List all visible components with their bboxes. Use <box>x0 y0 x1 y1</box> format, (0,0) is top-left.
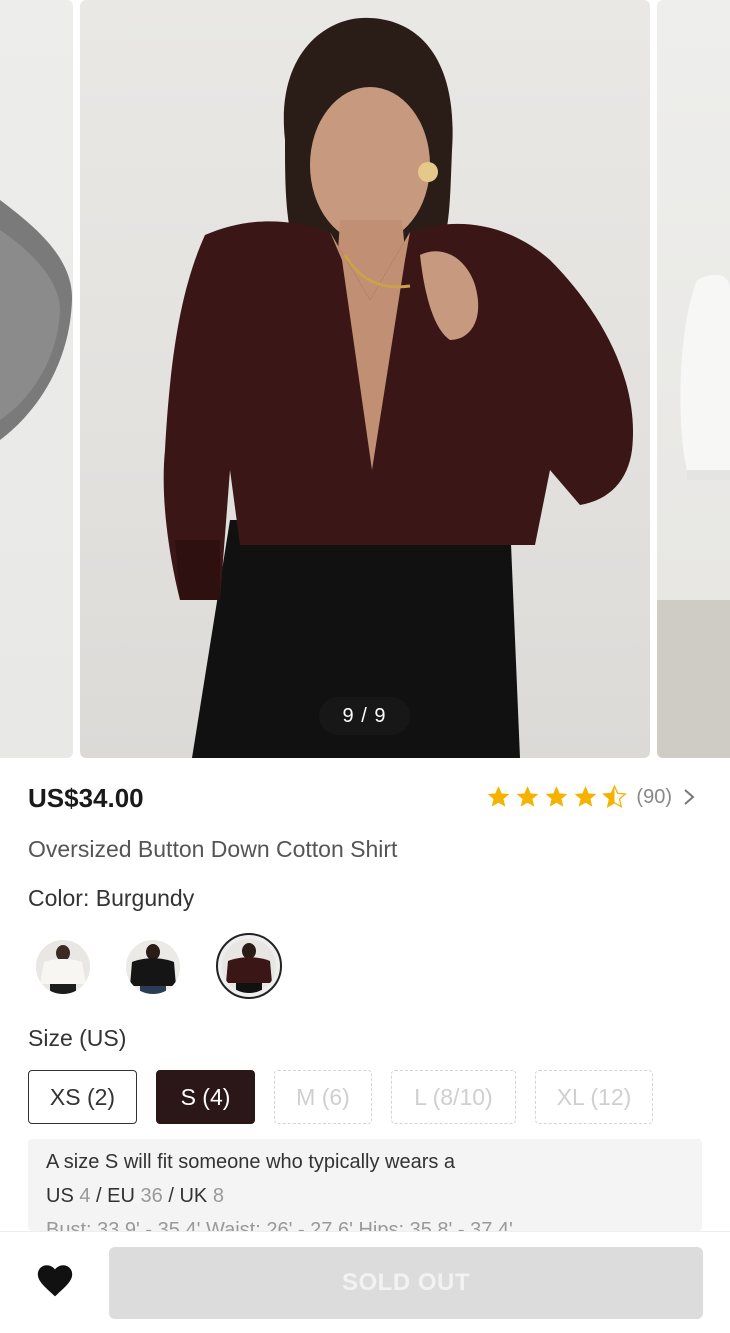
size-option-s-selected[interactable]: S (4) <box>156 1070 255 1124</box>
star-full-icon <box>488 786 510 807</box>
product-price: US$34.00 <box>28 783 144 813</box>
size-option-xs[interactable]: XS (2) <box>28 1070 137 1124</box>
size-fit-info: A size S will fit someone who typically … <box>28 1139 702 1231</box>
size-label: Size (US) <box>28 1025 127 1051</box>
previous-product-image[interactable] <box>0 0 73 758</box>
star-full-icon <box>575 786 597 807</box>
size-option-xl-unavailable[interactable]: XL (12) <box>535 1070 653 1124</box>
product-image-carousel[interactable]: 9 / 9 <box>0 0 730 760</box>
fit-eu-label: EU <box>107 1185 135 1207</box>
fit-uk-label: UK <box>179 1185 208 1207</box>
heart-icon[interactable] <box>35 1262 75 1298</box>
fit-conversion: US 4 / EU 36 / UK 8 <box>46 1185 224 1207</box>
image-counter: 9 / 9 <box>319 697 410 735</box>
product-title: Oversized Button Down Cotton Shirt <box>28 836 398 862</box>
color-swatch-burgundy <box>222 939 276 993</box>
rating-summary[interactable]: (90) <box>485 784 696 810</box>
color-swatch-white[interactable] <box>36 940 90 994</box>
sold-out-button[interactable]: SOLD OUT <box>109 1247 703 1319</box>
color-swatch-burgundy-selected[interactable] <box>216 933 282 999</box>
fit-eu-value: 36 <box>140 1185 163 1207</box>
fit-description: A size S will fit someone who typically … <box>46 1151 456 1173</box>
chevron-right-icon <box>684 789 695 805</box>
color-swatches <box>36 933 282 999</box>
fit-measurements: Bust: 33.9' - 35.4' Waist: 26' - 27.6' H… <box>46 1219 513 1231</box>
star-full-icon <box>517 786 539 807</box>
star-half-icon <box>602 784 628 808</box>
bottom-action-bar: SOLD OUT <box>0 1231 730 1333</box>
color-label: Color: Burgundy <box>28 885 195 911</box>
next-product-image[interactable] <box>657 0 730 758</box>
star-rating <box>485 784 628 810</box>
review-count: (90) <box>636 785 672 808</box>
size-option-l-unavailable[interactable]: L (8/10) <box>391 1070 516 1124</box>
product-image-main[interactable] <box>80 0 650 758</box>
size-option-m-unavailable[interactable]: M (6) <box>274 1070 372 1124</box>
fit-uk-value: 8 <box>212 1185 224 1207</box>
fit-us-label: US <box>46 1185 74 1207</box>
color-swatch-black[interactable] <box>126 940 180 994</box>
fit-us-value: 4 <box>79 1185 91 1207</box>
star-full-icon <box>546 786 568 807</box>
size-options: XS (2) S (4) M (6) L (8/10) XL (12) <box>28 1070 653 1124</box>
